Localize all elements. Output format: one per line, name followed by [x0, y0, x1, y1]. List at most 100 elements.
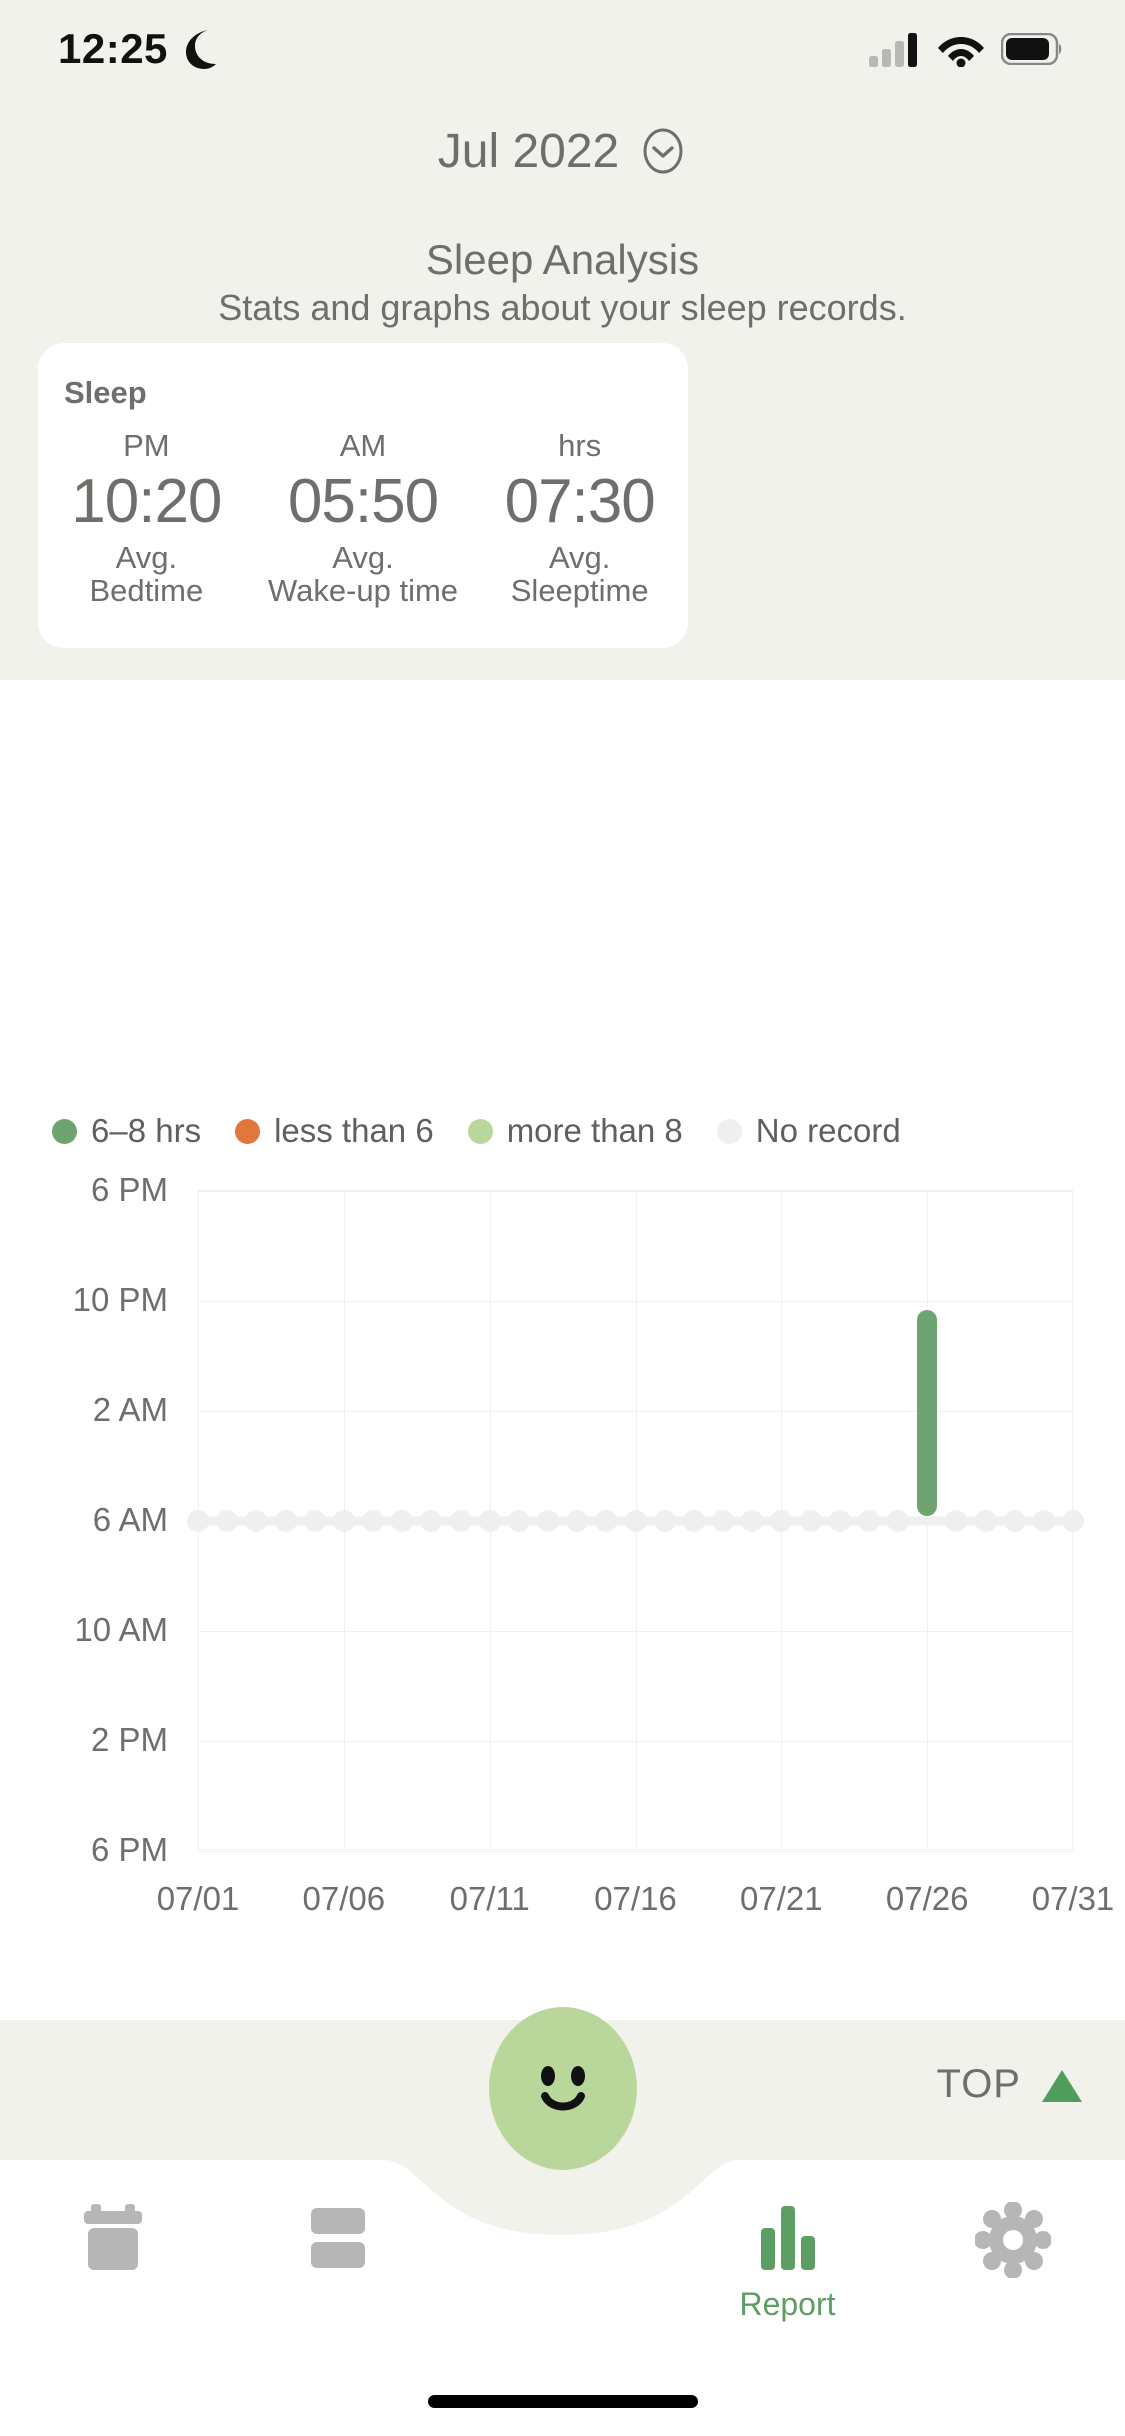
- no-record-dot: [682, 1510, 705, 1532]
- chart-y-axis: 6 PM 10 PM 2 AM 6 AM 10 AM 2 PM 6 PM: [0, 1171, 186, 1868]
- nav-item-settings[interactable]: [900, 2160, 1125, 2278]
- no-record-dot: [537, 1510, 559, 1532]
- no-record-dot: [566, 1510, 589, 1532]
- sleep-chart: 6 PM 10 PM 2 AM 6 AM 10 AM 2 PM 6 PM 07/01 07/0…: [0, 1171, 1125, 1950]
- bar-chart-icon: [760, 2206, 815, 2270]
- chevron-down-circle-icon[interactable]: [639, 127, 687, 175]
- chart-plot-area: [187, 1190, 1084, 1852]
- nav-item-records[interactable]: [225, 2160, 450, 2272]
- bottom-nav-area: TOP Report: [0, 2007, 1125, 2436]
- no-record-dot: [1003, 1510, 1026, 1532]
- x-axis-tick-label: 07/31: [1031, 1880, 1115, 1917]
- stat-wakeup-value: 05:50: [287, 467, 439, 537]
- sleep-stats-row: PM 10:20 Avg. Bedtime AM 05:50 Avg. Wake…: [38, 428, 688, 608]
- no-record-dot: [974, 1510, 997, 1532]
- y-axis-tick-label: 6 PM: [90, 1171, 168, 1208]
- y-axis-tick-label: 6 AM: [92, 1501, 168, 1538]
- gear-icon: [974, 2202, 1051, 2278]
- no-record-dot: [449, 1510, 472, 1532]
- no-record-dot: [653, 1510, 676, 1532]
- no-record-dot: [595, 1510, 618, 1532]
- y-axis-tick-label: 6 PM: [90, 1831, 168, 1868]
- legend-item: No record: [716, 1112, 901, 1150]
- nav-item-calendar[interactable]: [0, 2160, 225, 2272]
- sleep-bar[interactable]: [917, 1310, 938, 1517]
- stat-wakeup-unit: AM: [339, 428, 387, 463]
- stat-sleeptime-label-2: Sleeptime: [510, 572, 649, 608]
- legend-item: less than 6: [235, 1112, 434, 1150]
- month-label: Jul 2022: [437, 124, 620, 178]
- nav-item-spacer: [450, 2160, 675, 2202]
- legend-label: No record: [755, 1112, 901, 1149]
- sleep-summary-card: Sleep PM 10:20 Avg. Bedtime AM 05:50 Avg…: [38, 343, 688, 648]
- add-record-fab[interactable]: [488, 2007, 637, 2170]
- no-record-dot: [391, 1510, 414, 1532]
- nav-item-report-label: Report: [739, 2286, 836, 2322]
- status-bar: 12:25: [0, 0, 1125, 98]
- no-record-dot: [712, 1510, 734, 1532]
- legend-color-dot: [716, 1118, 742, 1144]
- no-record-dot: [799, 1510, 822, 1532]
- x-axis-tick-label: 07/26: [885, 1880, 969, 1917]
- no-record-dot: [507, 1510, 530, 1532]
- stat-bedtime-unit: PM: [123, 428, 170, 463]
- no-record-dot: [303, 1510, 326, 1532]
- stat-sleeptime-label-1: Avg.: [548, 539, 611, 575]
- y-axis-tick-label: 10 PM: [72, 1281, 168, 1318]
- no-record-dot: [1032, 1510, 1055, 1532]
- no-record-dot: [245, 1510, 268, 1532]
- legend-item: more than 8: [467, 1112, 683, 1150]
- list-cards-icon: [310, 2208, 365, 2268]
- status-bar-clock: 12:25: [58, 25, 168, 72]
- no-record-dot: [187, 1510, 209, 1532]
- x-axis-tick-label: 07/06: [302, 1880, 386, 1917]
- x-axis-tick-label: 07/21: [740, 1880, 823, 1917]
- x-axis-tick-label: 07/11: [449, 1880, 530, 1917]
- page-title: Sleep Analysis: [425, 236, 700, 283]
- calendar-icon: [83, 2204, 142, 2270]
- status-bar-right: [869, 31, 1063, 67]
- no-record-dot: [1062, 1510, 1084, 1532]
- no-record-dot: [770, 1510, 793, 1532]
- no-record-dot: [828, 1510, 851, 1532]
- stat-bedtime-label-1: Avg.: [115, 539, 178, 575]
- cellular-signal-icon: [869, 33, 917, 67]
- stat-sleeptime-unit: hrs: [558, 428, 602, 463]
- sleep-card-title: Sleep: [64, 375, 147, 410]
- crescent-moon-icon: [185, 30, 216, 69]
- no-record-dot: [945, 1510, 968, 1532]
- home-indicator: [427, 2395, 698, 2408]
- legend-color-dot: [235, 1118, 261, 1144]
- no-record-dot: [274, 1510, 297, 1532]
- legend-label: less than 6: [274, 1112, 434, 1149]
- legend-label: 6–8 hrs: [91, 1112, 202, 1149]
- stat-bedtime-label-2: Bedtime: [89, 572, 204, 608]
- wifi-icon: [938, 37, 984, 67]
- scroll-to-top-button[interactable]: TOP: [936, 2062, 1085, 2107]
- month-selector[interactable]: Jul 2022: [0, 108, 1125, 194]
- status-bar-left: 12:25: [58, 25, 218, 73]
- stat-bedtime-value: 10:20: [71, 467, 222, 537]
- no-record-dot: [624, 1510, 647, 1532]
- scroll-to-top-label: TOP: [936, 2062, 1021, 2106]
- y-axis-tick-label: 10 AM: [74, 1611, 168, 1648]
- x-axis-tick-label: 07/01: [156, 1880, 240, 1917]
- nav-item-report[interactable]: Report: [675, 2160, 900, 2323]
- stat-wakeup-label-2: Wake-up time: [267, 572, 459, 608]
- stat-wakeup: AM 05:50 Avg. Wake-up time: [255, 428, 472, 608]
- bottom-nav-items: Report: [0, 2160, 1125, 2360]
- smiley-face-icon: [540, 2065, 585, 2110]
- no-record-dot: [216, 1510, 239, 1532]
- no-record-dot: [478, 1510, 501, 1532]
- no-record-dot: [362, 1510, 384, 1532]
- chart-gridline-horizontal: [198, 1851, 1073, 1852]
- no-record-dot: [887, 1510, 909, 1532]
- stat-bedtime: PM 10:20 Avg. Bedtime: [38, 428, 255, 608]
- triangle-up-icon: [1042, 2069, 1082, 2102]
- y-axis-tick-label: 2 PM: [90, 1721, 168, 1758]
- battery-icon: [1001, 33, 1062, 65]
- stat-wakeup-label-1: Avg.: [332, 539, 394, 575]
- legend-label: more than 8: [506, 1112, 683, 1149]
- chart-legend: 6–8 hrs less than 6 more than 8 No record: [52, 1112, 935, 1150]
- no-record-dot: [741, 1510, 764, 1532]
